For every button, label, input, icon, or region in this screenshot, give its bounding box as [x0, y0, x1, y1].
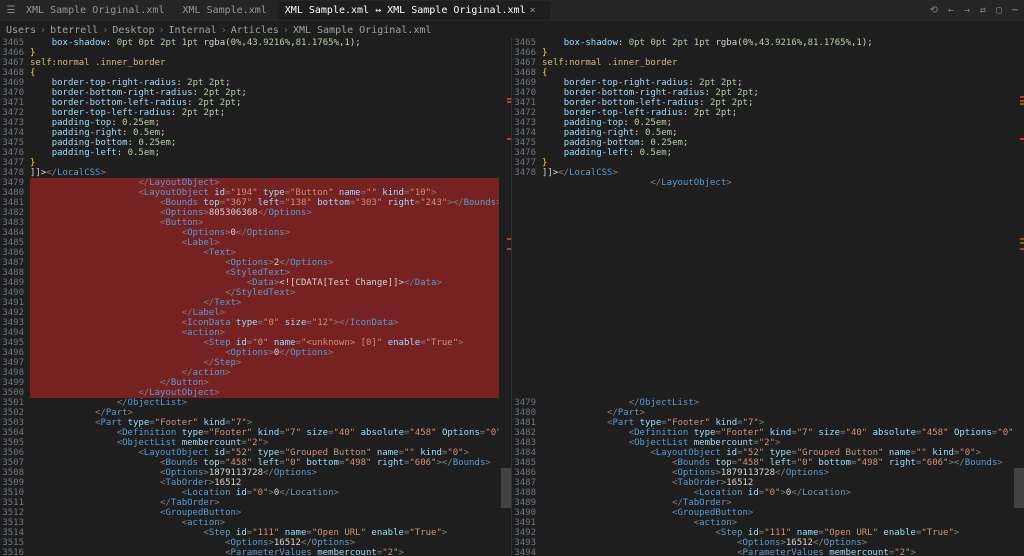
tab-0[interactable]: XML Sample Original.xml	[18, 1, 174, 20]
diff-left-pane[interactable]: 3465346634673468346934703471347234733474…	[0, 38, 512, 556]
layout-icon[interactable]: ▢	[996, 5, 1002, 16]
next-change-icon[interactable]: →	[964, 5, 970, 16]
scroll-thumb[interactable]	[1014, 468, 1024, 508]
tab-bar: ☰ XML Sample Original.xml XML Sample.xml…	[0, 0, 1024, 22]
diff-editor: 3465346634673468346934703471347234733474…	[0, 38, 1024, 556]
scroll-thumb[interactable]	[501, 468, 511, 508]
code-left[interactable]: box-shadow: 0pt 0pt 2pt 1pt rgba(0%,43.9…	[30, 38, 499, 556]
toolbar-actions: ⟲ ← → ⇄ ▢ ⋯	[929, 5, 1018, 16]
diff-right-pane[interactable]: 3465346634673468346934703471347234733474…	[512, 38, 1024, 556]
code-right[interactable]: box-shadow: 0pt 0pt 2pt 1pt rgba(0%,43.9…	[542, 38, 1012, 556]
prev-change-icon[interactable]: ←	[948, 5, 954, 16]
gutter-left: 3465346634673468346934703471347234733474…	[0, 38, 30, 556]
minimap-left[interactable]	[501, 38, 511, 556]
gutter-right: 3465346634673468346934703471347234733474…	[512, 38, 542, 556]
minimap-right[interactable]	[1014, 38, 1024, 556]
more-icon[interactable]: ⋯	[1012, 5, 1018, 16]
explorer-icon[interactable]: ☰	[4, 4, 18, 18]
toggle-whitespace-icon[interactable]: ⇄	[980, 5, 986, 16]
tab-2-active[interactable]: XML Sample.xml ↔ XML Sample Original.xml…	[277, 1, 550, 20]
tab-1[interactable]: XML Sample.xml	[174, 1, 276, 20]
close-icon[interactable]: ×	[530, 5, 540, 16]
revert-icon[interactable]: ⟲	[929, 5, 937, 16]
breadcrumbs: Users› bterrell› Desktop› Internal› Arti…	[0, 22, 1024, 38]
